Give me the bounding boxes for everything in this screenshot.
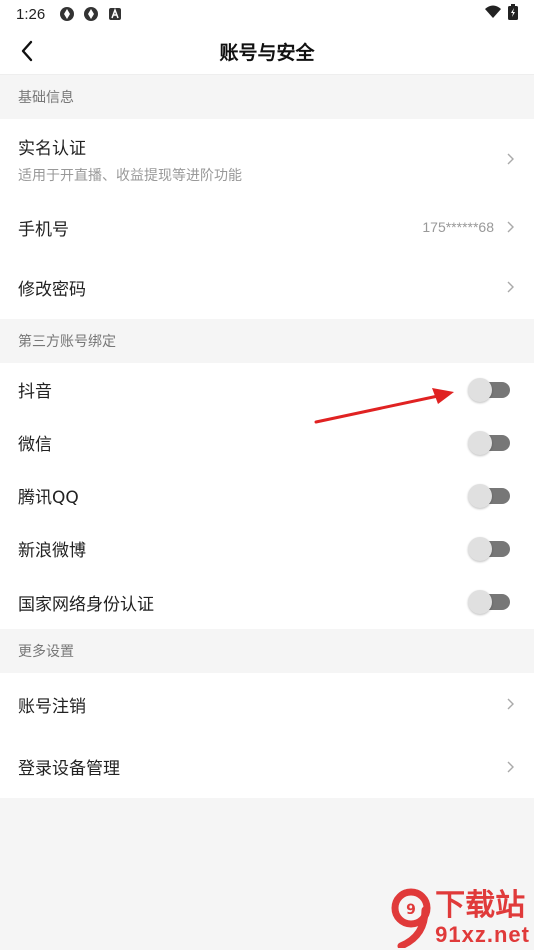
section-header-third-party: 第三方账号绑定: [0, 319, 534, 363]
device-manage-row[interactable]: 登录设备管理: [0, 735, 534, 798]
watermark-cn: 下载站: [435, 888, 526, 923]
bind-row-weibo: 新浪微博: [0, 522, 534, 575]
bind-label: 新浪微博: [18, 541, 86, 561]
realname-label: 实名认证: [18, 138, 86, 159]
app-icon-2: [83, 6, 99, 22]
phone-row[interactable]: 手机号 175******68: [0, 199, 534, 255]
wechat-toggle[interactable]: [468, 430, 510, 455]
weibo-toggle[interactable]: [468, 536, 510, 561]
nav-bar: 账号与安全: [0, 28, 534, 75]
phone-value: 175******68: [422, 219, 494, 235]
bind-row-national-id: 国家网络身份认证: [0, 575, 534, 629]
password-label: 修改密码: [18, 279, 86, 300]
chevron-right-icon: [506, 220, 516, 234]
a-badge-icon: [107, 6, 123, 22]
bind-label: 腾讯QQ: [18, 488, 79, 508]
chevron-right-icon: [506, 697, 516, 711]
password-row[interactable]: 修改密码: [0, 255, 534, 319]
wifi-icon: [484, 5, 502, 23]
phone-label: 手机号: [18, 219, 69, 240]
toggle-knob: [468, 430, 492, 455]
page-title: 账号与安全: [219, 41, 315, 64]
toggle-knob: [468, 483, 492, 508]
svg-text:9: 9: [406, 902, 416, 918]
chevron-right-icon: [506, 280, 516, 294]
realname-sub: 适用于开直播、收益提现等进阶功能: [18, 167, 242, 184]
realname-row[interactable]: 实名认证 适用于开直播、收益提现等进阶功能: [0, 119, 534, 199]
douyin-toggle[interactable]: [468, 377, 510, 402]
group-basic: 实名认证 适用于开直播、收益提现等进阶功能 手机号 175******68 修改…: [0, 119, 534, 319]
account-cancel-label: 账号注销: [18, 696, 86, 717]
app-icon-1: [59, 6, 75, 22]
chevron-right-icon: [506, 760, 516, 774]
bind-row-qq: 腾讯QQ: [0, 469, 534, 522]
logo-9-icon: 9: [391, 888, 431, 948]
section-header-more: 更多设置: [0, 629, 534, 673]
annotation-arrow-icon: [314, 388, 454, 424]
chevron-left-icon: [21, 40, 33, 62]
chevron-right-icon: [506, 152, 516, 166]
status-bar: 1:26: [0, 0, 534, 28]
bind-label: 国家网络身份认证: [18, 594, 154, 615]
national-id-toggle[interactable]: [468, 590, 510, 614]
battery-icon: [508, 4, 518, 24]
qq-toggle[interactable]: [468, 483, 510, 508]
toggle-knob: [468, 590, 492, 614]
watermark-en: 91xz.net: [435, 922, 530, 947]
device-manage-label: 登录设备管理: [18, 759, 120, 779]
toggle-knob: [468, 536, 492, 561]
watermark-logo: 9 下载站 91xz.net: [389, 888, 530, 948]
account-cancel-row[interactable]: 账号注销: [0, 673, 534, 735]
section-header-basic: 基础信息: [0, 75, 534, 119]
back-button[interactable]: [12, 36, 42, 66]
toggle-knob: [468, 377, 492, 402]
bind-label: 微信: [18, 435, 52, 455]
status-time: 1:26: [16, 5, 46, 23]
group-more: 账号注销 登录设备管理: [0, 673, 534, 798]
